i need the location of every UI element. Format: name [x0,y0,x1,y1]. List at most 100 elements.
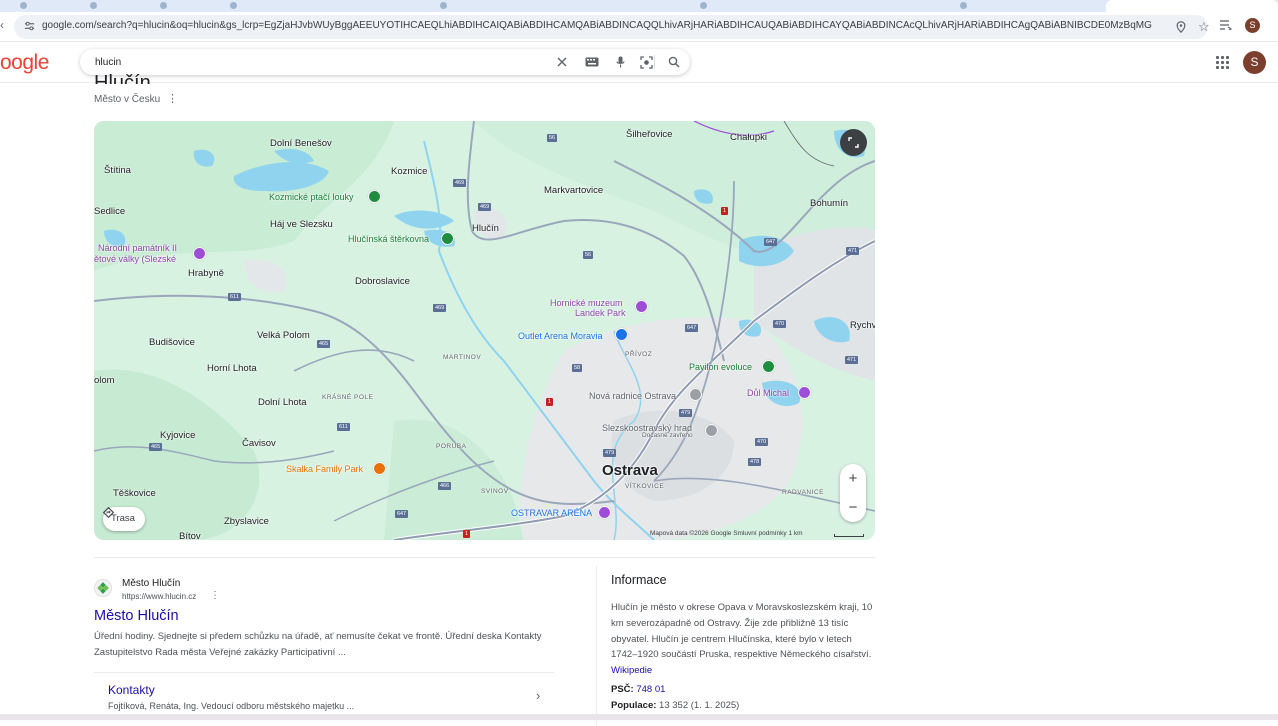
map-label[interactable]: VÍTKOVICE [625,483,664,490]
map-label[interactable]: Hlučín [472,223,499,234]
map-label[interactable]: Landek Park [575,308,626,318]
site-settings-icon[interactable] [24,21,35,32]
map-label[interactable]: Háj ve Slezsku [270,219,333,230]
map-label[interactable]: Budišovice [149,337,195,348]
map-label[interactable]: OSTRAVAR ARÉNA [511,508,592,518]
map-label[interactable]: Důl Michal [747,388,789,398]
museum-marker-icon[interactable] [798,386,811,399]
tab-favicon[interactable] [700,2,707,9]
logo-text[interactable]: oogle [0,51,49,74]
landmark-marker-icon[interactable] [689,388,702,401]
directions-label[interactable]: Trasa [111,507,135,531]
google-logo[interactable]: oogle [0,51,49,75]
map-label[interactable]: Markvartovice [544,185,603,196]
result-site-name[interactable]: Město Hlučín [122,578,180,589]
tab-favicon[interactable] [20,2,27,9]
map-label[interactable]: Bohumín [810,198,848,209]
account-avatar[interactable]: S [1243,51,1266,74]
map-label[interactable]: Horní Lhota [207,363,257,374]
map-label[interactable]: Nová radnice Ostrava [589,391,676,401]
map-label[interactable]: Kozmické ptačí louky [269,192,354,202]
map-label[interactable]: RADVANICE [782,489,824,496]
lake-marker-icon[interactable] [441,232,454,245]
url-text[interactable]: google.com/search?q=hlucin&oq=hlucin&gs_… [42,20,1152,31]
map-label[interactable]: Velká Polom [257,330,310,341]
tab-favicon[interactable] [230,2,237,9]
park-marker-icon[interactable] [368,190,381,203]
zoom-in-button[interactable]: + [840,464,866,493]
map-label[interactable]: Kozmice [391,166,427,177]
map-label[interactable]: Skalka Family Park [286,464,363,474]
map-label[interactable]: Dobroslavice [355,276,410,287]
sitelink-kontakty[interactable]: Kontakty [108,683,155,697]
map-label[interactable]: Dočasně zavřeno [642,432,693,439]
map-label[interactable]: Zbyslavice [224,516,269,527]
map[interactable]: Dolní Benešov Štítina Sedlice Kozmice Ko… [94,121,875,540]
directions-button[interactable]: Trasa [103,507,145,531]
omnibox[interactable]: google.com/search?q=hlucin&oq=hlucin&gs_… [14,15,1210,39]
search-icon[interactable] [666,54,682,70]
arena-marker-icon[interactable] [598,506,611,519]
map-label[interactable]: olom [94,375,115,386]
wikipedia-link[interactable]: Wikipedie [611,665,652,676]
map-label[interactable]: SVINOV [481,488,509,495]
search-box[interactable] [80,49,690,75]
map-label[interactable]: Rychv [850,320,875,331]
map-label[interactable]: Šilheřovice [626,129,672,140]
tab-favicon[interactable] [960,2,967,9]
map-label[interactable]: Čavisov [242,438,276,449]
google-apps-icon[interactable] [1216,56,1229,69]
map-label[interactable]: Národní památník II [98,243,177,253]
map-label[interactable]: Sedlice [94,206,125,217]
map-label[interactable]: PŘÍVOZ [625,351,652,358]
zoom-out-button[interactable]: − [840,493,866,522]
map-label[interactable]: MARTINOV [443,354,481,361]
zoo-marker-icon[interactable] [762,360,775,373]
bookmark-star-icon[interactable]: ☆ [1198,19,1210,35]
result-site-url[interactable]: https://www.hlucin.cz [122,592,196,601]
site-favicon[interactable] [94,579,112,597]
map-label[interactable]: Hrabyně [188,268,224,279]
map-label[interactable]: Pavilon evoluce [689,362,752,372]
lens-search-icon[interactable] [638,54,654,70]
map-label[interactable]: Ostrava [602,462,658,479]
fullscreen-button[interactable] [840,129,867,156]
map-label[interactable]: Těškovice [113,488,156,499]
more-options-icon[interactable]: ⋮ [167,92,178,105]
map-label[interactable]: Chałupki [730,132,767,143]
result-more-icon[interactable]: ⋮ [210,590,220,601]
castle-marker-icon[interactable] [705,424,718,437]
museum-marker-icon[interactable] [193,247,206,260]
profile-avatar-small[interactable]: S [1245,18,1260,33]
search-input[interactable] [95,49,535,75]
map-label[interactable]: Štítina [104,165,131,176]
map-label[interactable]: Bítov [179,531,201,540]
back-arrow-icon[interactable]: ‹ [0,18,4,32]
map-label[interactable]: Outlet Arena Moravia [518,331,603,341]
map-label[interactable]: Hornické muzeum [550,298,623,308]
map-label[interactable]: ětové války (Slezské [94,254,176,264]
active-tab[interactable] [1106,0,1278,12]
chevron-right-icon[interactable]: › [536,688,540,703]
voice-search-icon[interactable] [612,54,628,70]
clear-icon[interactable] [554,54,570,70]
keyboard-icon[interactable] [584,54,600,70]
map-label[interactable]: Dolní Benešov [270,138,332,149]
map-label[interactable]: PORUBA [436,443,466,450]
result-title-link[interactable]: Město Hlučín [94,608,179,624]
tab-favicon[interactable] [90,2,97,9]
location-icon[interactable] [1176,21,1186,33]
tab-favicon[interactable] [160,2,167,9]
museum-marker-icon[interactable] [635,300,648,313]
shopping-marker-icon[interactable] [615,328,628,341]
map-attribution[interactable]: Mapová data ©2026 Google Smluvní podmínk… [650,530,803,537]
map-label[interactable]: Kyjovice [160,430,195,441]
map-label[interactable]: KRÁSNÉ POLE [322,394,373,401]
amusement-marker-icon[interactable] [373,462,386,475]
road-number: 469 [478,203,492,211]
tab-favicon[interactable] [440,2,447,9]
fact-value-link[interactable]: 748 01 [636,684,665,695]
map-label[interactable]: Dolní Lhota [258,397,307,408]
queue-icon[interactable] [1220,20,1232,30]
map-label[interactable]: Hlučínská štěrkovna [348,234,429,244]
